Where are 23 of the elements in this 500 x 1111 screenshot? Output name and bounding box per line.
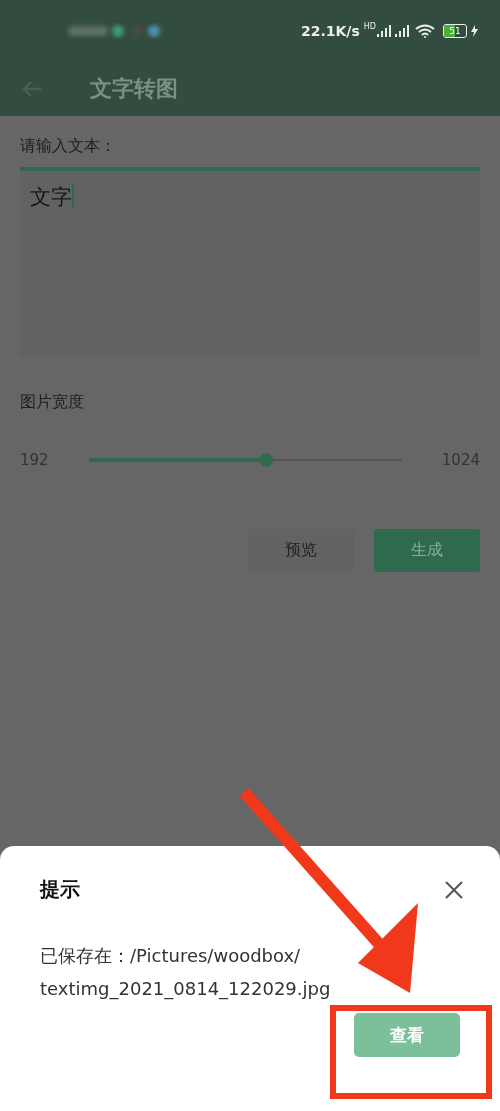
dialog-title: 提示 xyxy=(40,876,80,903)
notification-icon xyxy=(148,25,160,37)
close-icon[interactable] xyxy=(444,879,464,900)
wifi-icon xyxy=(415,24,435,38)
screen-title: 文字转图 xyxy=(90,75,178,103)
slider-thumb[interactable] xyxy=(258,453,273,467)
charging-icon xyxy=(471,25,478,37)
notification-icon xyxy=(134,27,142,35)
signal-icon xyxy=(395,25,411,37)
view-button[interactable]: 查看 xyxy=(354,1013,460,1057)
text-input-field[interactable]: 文字 xyxy=(20,167,480,357)
width-slider[interactable] xyxy=(88,453,402,467)
width-label: 图片宽度 xyxy=(20,392,84,413)
generate-button[interactable]: 生成 xyxy=(374,529,480,572)
dialog-message: 已保存在：/Pictures/woodbox/ textimg_2021_0814_122029.jpg xyxy=(40,944,331,1002)
notification-icon xyxy=(68,26,108,36)
notification-icon xyxy=(112,25,124,37)
hd-label: HD xyxy=(363,21,376,31)
battery-level: 51 xyxy=(448,25,462,37)
signal-icon xyxy=(377,25,391,37)
back-icon[interactable] xyxy=(22,80,42,98)
input-label: 请输入文本： xyxy=(20,136,116,157)
network-speed: 22.1K/s xyxy=(300,23,360,39)
